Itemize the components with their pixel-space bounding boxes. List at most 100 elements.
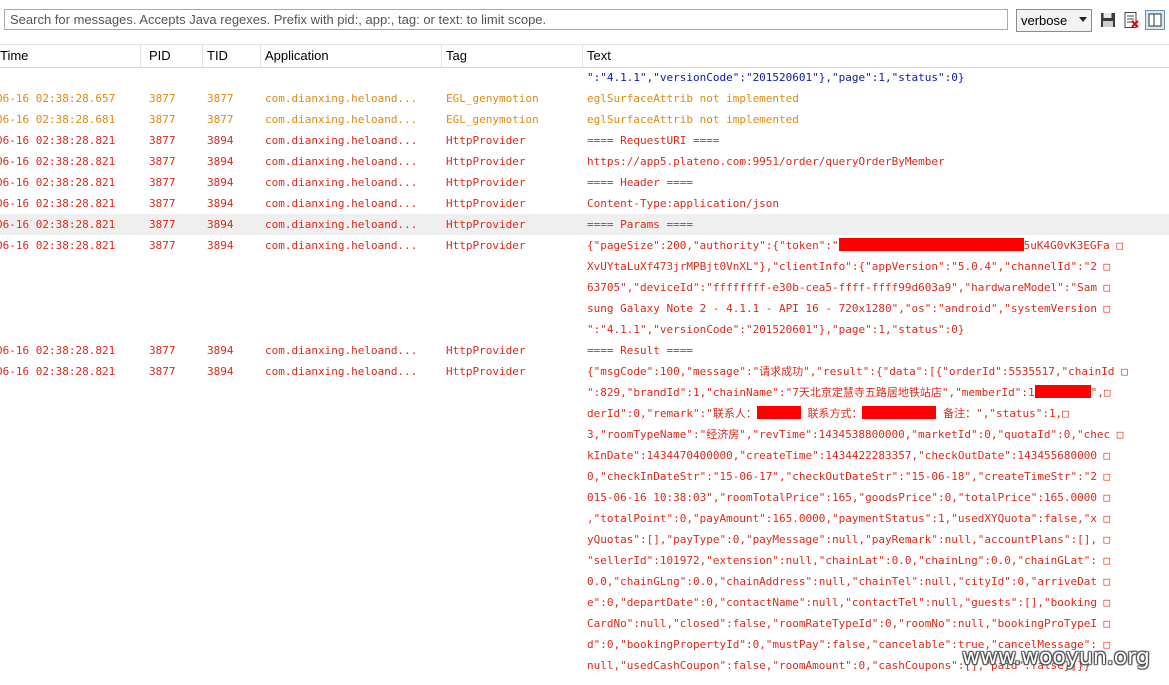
log-text: kInDate":1434470400000,"createTime":1434…	[587, 449, 1111, 462]
log-row[interactable]: 06-16 02:38:28.821 3877 3894 com.dianxing.h…	[0, 193, 1169, 214]
log-application: com.dianxing.heloand...	[265, 239, 418, 252]
log-tid: 3877	[207, 113, 234, 126]
log-pid: 3877	[149, 113, 176, 126]
toggle-columns-icon[interactable]	[1145, 10, 1165, 30]
clear-log-icon[interactable]	[1122, 11, 1140, 29]
log-row-continuation[interactable]: yQuotas":[],"payType":0,"payMessage":nul…	[0, 529, 1169, 550]
log-text-segment: {"pageSize":200,"authority":{"token":"	[587, 239, 839, 252]
log-pid: 3877	[149, 239, 176, 252]
column-header-text[interactable]: Text	[583, 45, 1169, 67]
log-text: eglSurfaceAttrib not implemented	[587, 113, 799, 126]
log-row[interactable]: 06-16 02:38:28.821 3877 3894 com.dianxing.h…	[0, 151, 1169, 172]
log-time: 06-16 02:38:28.821	[0, 365, 116, 378]
log-text-segment: ",□	[1090, 386, 1111, 399]
log-row[interactable]: ":"4.1.1","versionCode":"201520601"},"pa…	[0, 67, 1169, 88]
log-text: 3,"roomTypeName":"经济房","revTime":1434538…	[587, 428, 1124, 441]
log-row[interactable]: 06-16 02:38:28.681 3877 3877 com.dianxing.h…	[0, 109, 1169, 130]
redaction-block	[1034, 385, 1091, 398]
log-row-continuation[interactable]: CardNo":null,"closed":false,"roomRateTyp…	[0, 613, 1169, 634]
log-text: 63705","deviceId":"ffffffff-e30b-cea5-ff…	[587, 281, 1111, 294]
log-row[interactable]: 06-16 02:38:28.821 3877 3894 com.dianxing.h…	[0, 172, 1169, 193]
log-row-continuation[interactable]: ":"4.1.1","versionCode":"201520601"},"pa…	[0, 319, 1169, 340]
log-pid: 3877	[149, 134, 176, 147]
log-time: 06-16 02:38:28.821	[0, 134, 116, 147]
log-pid: 3877	[149, 92, 176, 105]
log-pid: 3877	[149, 365, 176, 378]
log-time: 06-16 02:38:28.681	[0, 113, 116, 126]
log-row-continuation[interactable]: 3,"roomTypeName":"经济房","revTime":1434538…	[0, 424, 1169, 445]
log-row-continuation[interactable]: 63705","deviceId":"ffffffff-e30b-cea5-ff…	[0, 277, 1169, 298]
column-header-time[interactable]: Time	[0, 45, 141, 67]
log-time: 06-16 02:38:28.821	[0, 344, 116, 357]
log-time: 06-16 02:38:28.821	[0, 176, 116, 189]
log-row[interactable]: 06-16 02:38:28.821 3877 3894 com.dianxing.h…	[0, 130, 1169, 151]
log-time: 06-16 02:38:28.821	[0, 239, 116, 252]
log-row-continuation[interactable]: XvUYtaLuXf473jrMPBjt0VnXL"},"clientInfo"…	[0, 256, 1169, 277]
log-pid: 3877	[149, 218, 176, 231]
chevron-down-icon	[1079, 17, 1087, 22]
log-row-continuation[interactable]: sung Galaxy Note 2 - 4.1.1 - API 16 - 72…	[0, 298, 1169, 319]
log-text: yQuotas":[],"payType":0,"payMessage":nul…	[587, 533, 1111, 546]
log-tid: 3894	[207, 155, 234, 168]
log-text-segment: derId":0,"remark":"联系人：	[587, 407, 757, 420]
log-level-value: verbose	[1021, 13, 1068, 28]
log-level-select[interactable]: verbose	[1016, 9, 1092, 32]
log-row-continuation[interactable]: ":829,"brandId":1,"chainName":"7天北京定慧寺五路…	[0, 382, 1169, 403]
log-text: derId":0,"remark":"联系人： 联系方式： 备注：","stat…	[587, 403, 1169, 424]
log-text: {"pageSize":200,"authority":{"token":" 5u…	[587, 235, 1169, 256]
log-tag: HttpProvider	[446, 197, 526, 210]
log-tag: HttpProvider	[446, 344, 526, 357]
log-text: CardNo":null,"closed":false,"roomRateTyp…	[587, 617, 1111, 630]
log-time: 06-16 02:38:28.657	[0, 92, 116, 105]
log-row-continuation[interactable]: "sellerId":101972,"extension":null,"chai…	[0, 550, 1169, 571]
column-header-application[interactable]: Application	[261, 45, 442, 67]
log-row-continuation[interactable]: kInDate":1434470400000,"createTime":1434…	[0, 445, 1169, 466]
log-time: 06-16 02:38:28.821	[0, 155, 116, 168]
log-text-segment: 5uK4G0vK3EGFa □	[1023, 239, 1124, 252]
log-row[interactable]: 06-16 02:38:28.821 3877 3894 com.dianxing.h…	[0, 214, 1169, 235]
log-application: com.dianxing.heloand...	[265, 218, 418, 231]
log-text: sung Galaxy Note 2 - 4.1.1 - API 16 - 72…	[587, 302, 1111, 315]
log-row[interactable]: 06-16 02:38:28.821 3877 3894 com.dianxing.h…	[0, 361, 1169, 382]
log-row-continuation[interactable]: 0.0,"chainGLng":0.0,"chainAddress":null,…	[0, 571, 1169, 592]
log-text: ":"4.1.1","versionCode":"201520601"},"pa…	[587, 71, 965, 84]
log-text: ==== Params ====	[587, 218, 693, 231]
redaction-block	[838, 238, 1024, 251]
log-tid: 3894	[207, 239, 234, 252]
log-application: com.dianxing.heloand...	[265, 92, 418, 105]
log-text: e":0,"departDate":0,"contactName":null,"…	[587, 596, 1111, 609]
log-tag: HttpProvider	[446, 218, 526, 231]
log-text: Content-Type:application/json	[587, 197, 780, 210]
log-text: https://app5.plateno.com:9951/order/quer…	[587, 155, 945, 168]
log-tag: EGL_genymotion	[446, 92, 539, 105]
log-pid: 3877	[149, 176, 176, 189]
log-application: com.dianxing.heloand...	[265, 176, 418, 189]
log-row[interactable]: 06-16 02:38:28.657 3877 3877 com.dianxing.h…	[0, 88, 1169, 109]
log-text-segment: 联系方式：	[800, 407, 863, 420]
log-row[interactable]: 06-16 02:38:28.821 3877 3894 com.dianxing.h…	[0, 340, 1169, 361]
log-tid: 3894	[207, 176, 234, 189]
log-tid: 3894	[207, 134, 234, 147]
log-tag: HttpProvider	[446, 365, 526, 378]
log-row-continuation[interactable]: e":0,"departDate":0,"contactName":null,"…	[0, 592, 1169, 613]
watermark: www.wooyun.org	[962, 645, 1150, 670]
log-text: ":829,"brandId":1,"chainName":"7天北京定慧寺五路…	[587, 382, 1169, 403]
log-row-continuation[interactable]: derId":0,"remark":"联系人： 联系方式： 备注：","stat…	[0, 403, 1169, 424]
log-application: com.dianxing.heloand...	[265, 113, 418, 126]
log-application: com.dianxing.heloand...	[265, 155, 418, 168]
column-header-tag[interactable]: Tag	[442, 45, 583, 67]
log-row[interactable]: 06-16 02:38:28.821 3877 3894 com.dianxing.h…	[0, 235, 1169, 256]
log-row-continuation[interactable]: 0,"checkInDateStr":"15-06-17","checkOutD…	[0, 466, 1169, 487]
log-row-continuation[interactable]: 015-06-16 10:38:03","roomTotalPrice":165…	[0, 487, 1169, 508]
log-text: {"msgCode":100,"message":"请求成功","result"…	[587, 365, 1128, 378]
save-icon[interactable]	[1099, 11, 1117, 29]
log-application: com.dianxing.heloand...	[265, 197, 418, 210]
log-row-continuation[interactable]: ,"totalPoint":0,"payAmount":165.0000,"pa…	[0, 508, 1169, 529]
search-input[interactable]	[4, 9, 1008, 30]
log-text: ==== Header ====	[587, 176, 693, 189]
log-text-segment: 备注：","status":1,□	[936, 407, 1069, 420]
column-header-pid[interactable]: PID	[145, 45, 203, 67]
log-tid: 3894	[207, 197, 234, 210]
column-header-tid[interactable]: TID	[203, 45, 261, 67]
log-text: 0,"checkInDateStr":"15-06-17","checkOutD…	[587, 470, 1111, 483]
